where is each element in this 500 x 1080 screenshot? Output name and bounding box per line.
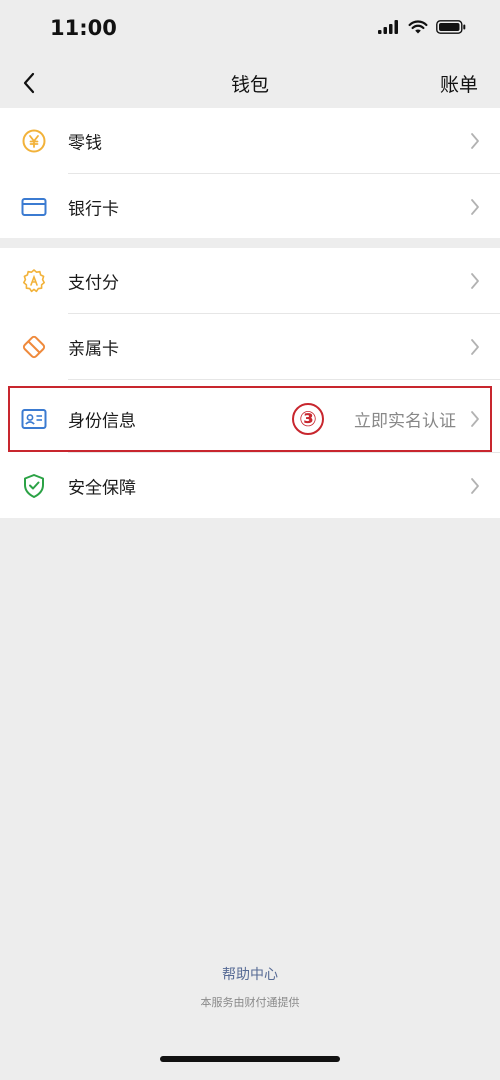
status-time: 11:00 xyxy=(50,16,117,40)
list-item-label: 身份信息 xyxy=(68,411,136,432)
id-card-icon xyxy=(20,405,48,433)
list-item-label: 亲属卡 xyxy=(68,339,119,360)
shield-icon xyxy=(20,472,48,500)
bank-card-icon xyxy=(20,193,48,221)
chevron-right-icon xyxy=(471,133,479,149)
list-item-label: 零钱 xyxy=(68,133,102,154)
chevron-right-icon xyxy=(471,339,479,355)
list-item-change[interactable]: 零钱 xyxy=(0,108,500,174)
wallet-group-1: 零钱 银行卡 xyxy=(0,108,500,238)
list-item-label: 银行卡 xyxy=(68,199,119,220)
payment-score-icon xyxy=(20,267,48,295)
battery-icon xyxy=(436,19,466,38)
list-item-family-card[interactable]: 亲属卡 xyxy=(0,314,500,380)
page-title: 钱包 xyxy=(230,74,269,96)
family-card-icon xyxy=(20,333,48,361)
chevron-right-icon xyxy=(471,478,479,494)
list-item-label: 支付分 xyxy=(68,273,119,294)
home-indicator[interactable] xyxy=(160,1056,340,1062)
list-item-security[interactable]: 安全保障 xyxy=(0,453,500,519)
chevron-right-icon xyxy=(471,411,479,427)
divider xyxy=(68,379,500,380)
list-item-bank-card[interactable]: 银行卡 xyxy=(0,174,500,240)
list-item-payment-score[interactable]: 支付分 xyxy=(0,248,500,314)
help-center-link[interactable]: 帮助中心 xyxy=(0,964,500,984)
status-icons xyxy=(378,19,466,38)
chevron-right-icon xyxy=(471,273,479,289)
signal-icon xyxy=(378,19,400,38)
wallet-group-2: 支付分 亲属卡 身份信息 ③ 立即实名认证 安全保障 xyxy=(0,248,500,518)
nav-bar: 钱包 账单 xyxy=(0,58,500,108)
list-item-label: 安全保障 xyxy=(68,478,136,499)
status-bar: 11:00 xyxy=(0,0,500,58)
wifi-icon xyxy=(408,19,428,38)
verify-now-value: 立即实名认证 xyxy=(354,411,456,432)
chevron-right-icon xyxy=(471,199,479,215)
bill-button[interactable]: 账单 xyxy=(440,70,478,97)
list-item-identity-info[interactable]: 身份信息 ③ 立即实名认证 xyxy=(0,386,500,452)
provider-note: 本服务由财付通提供 xyxy=(200,996,300,1009)
step-annotation-badge: ③ xyxy=(292,403,324,435)
yuan-coin-icon xyxy=(20,127,48,155)
